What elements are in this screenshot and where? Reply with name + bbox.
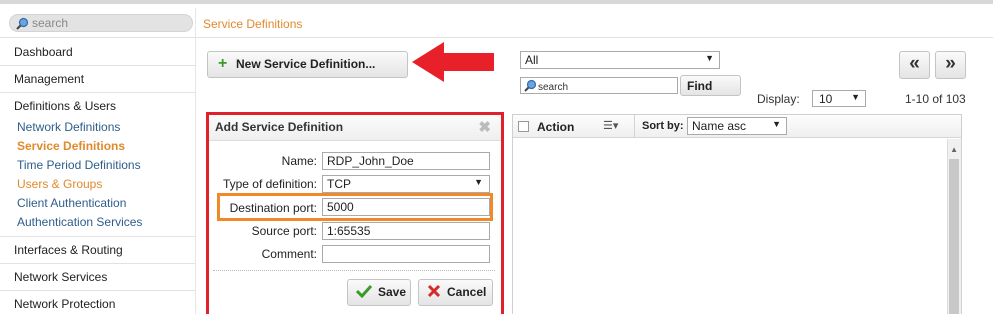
sidebar-item-network-protection[interactable]: Network Protection xyxy=(0,291,196,314)
list-search-input[interactable]: search xyxy=(520,77,678,94)
sidebar-item-service-definitions[interactable]: Service Definitions xyxy=(14,137,196,156)
app-window: search Service Definitions Dashboard Man… xyxy=(0,0,993,314)
chevron-down-icon: ▼ xyxy=(705,53,714,63)
type-label: Type of definition: xyxy=(222,177,317,191)
sidebar: Dashboard Management Definitions & Users… xyxy=(0,39,196,314)
find-button[interactable]: Find xyxy=(680,75,741,96)
comment-label: Comment: xyxy=(261,247,317,261)
dialog-header: Add Service Definition ✖ xyxy=(209,115,501,141)
header-separator xyxy=(634,115,635,138)
search-icon xyxy=(16,17,29,33)
source-port-label: Source port: xyxy=(251,224,317,238)
chevron-down-icon: ▼ xyxy=(474,177,483,187)
save-label: Save xyxy=(378,285,407,299)
new-button-label: New Service Definition... xyxy=(236,57,376,71)
sidebar-item-management[interactable]: Management xyxy=(0,66,196,93)
action-column-label: Action xyxy=(537,120,575,134)
sort-select-value: Name asc xyxy=(692,119,747,133)
previous-page-button[interactable]: « xyxy=(899,51,930,79)
add-service-definition-dialog: Add Service Definition ✖ Name: RDP_John_… xyxy=(206,112,504,314)
paging-info: 1-10 of 103 xyxy=(905,92,966,106)
sidebar-group-definitions-users: Definitions & Users Network Definitions … xyxy=(0,93,196,237)
close-icon[interactable]: ✖ xyxy=(478,118,491,136)
sort-by-label: Sort by: xyxy=(642,120,684,132)
type-select-value: TCP xyxy=(327,177,351,191)
scroll-up-icon[interactable]: ▲ xyxy=(950,145,958,154)
cross-icon xyxy=(427,284,441,301)
annotation-arrow-icon xyxy=(410,40,496,87)
save-button[interactable]: Save xyxy=(347,279,411,306)
cancel-label: Cancel xyxy=(447,285,487,299)
sidebar-item-client-authentication[interactable]: Client Authentication xyxy=(14,194,196,213)
sidebar-item-interfaces-routing[interactable]: Interfaces & Routing xyxy=(0,237,196,264)
service-list-panel: Action ☰▾ Sort by: Name asc ▼ ▲ xyxy=(512,114,962,314)
scrollbar-thumb[interactable] xyxy=(949,159,959,314)
filter-select-value: All xyxy=(525,53,539,67)
sidebar-item-time-period-definitions[interactable]: Time Period Definitions xyxy=(14,156,196,175)
next-page-button[interactable]: » xyxy=(935,51,966,79)
plus-icon: + xyxy=(218,55,228,72)
form-divider xyxy=(213,270,495,271)
chevron-down-icon: ▼ xyxy=(851,92,860,102)
top-bar: search Service Definitions xyxy=(0,8,993,38)
list-search-placeholder: search xyxy=(538,82,569,93)
destination-port-field[interactable]: 5000 xyxy=(322,198,490,216)
name-label: Name: xyxy=(281,154,317,168)
sidebar-item-network-definitions[interactable]: Network Definitions xyxy=(14,118,196,137)
type-select[interactable]: TCP ▼ xyxy=(322,175,490,193)
sort-select[interactable]: Name asc ▼ xyxy=(687,117,787,135)
sidebar-item-users-groups[interactable]: Users & Groups xyxy=(14,175,196,194)
sidebar-item-authentication-services[interactable]: Authentication Services xyxy=(14,213,196,232)
select-all-checkbox[interactable] xyxy=(518,121,529,132)
search-icon xyxy=(524,79,537,95)
display-label: Display: xyxy=(757,92,800,106)
name-field[interactable]: RDP_John_Doe xyxy=(322,152,490,170)
cancel-button[interactable]: Cancel xyxy=(418,279,493,306)
search-placeholder: search xyxy=(32,16,69,30)
source-port-field[interactable]: 1:65535 xyxy=(322,222,490,240)
comment-field[interactable] xyxy=(322,245,490,263)
filter-select[interactable]: All ▼ xyxy=(520,51,720,69)
checkmark-icon xyxy=(355,284,373,301)
sidebar-item-network-services[interactable]: Network Services xyxy=(0,264,196,291)
new-service-definition-button[interactable]: + New Service Definition... xyxy=(207,51,408,78)
chevron-down-icon: ▼ xyxy=(772,119,781,129)
sidebar-group-header[interactable]: Definitions & Users xyxy=(14,99,196,113)
dialog-title: Add Service Definition xyxy=(215,120,344,134)
display-count-value: 10 xyxy=(819,92,833,106)
display-count-select[interactable]: 10 ▼ xyxy=(812,90,866,107)
list-header: Action ☰▾ Sort by: Name asc ▼ xyxy=(513,115,961,138)
column-menu-icon[interactable]: ☰▾ xyxy=(603,119,618,132)
page-title: Service Definitions xyxy=(203,17,303,31)
sidebar-search-input[interactable]: search xyxy=(9,14,193,32)
destination-port-label: Destination port: xyxy=(229,201,317,215)
sidebar-item-dashboard[interactable]: Dashboard xyxy=(0,39,196,66)
